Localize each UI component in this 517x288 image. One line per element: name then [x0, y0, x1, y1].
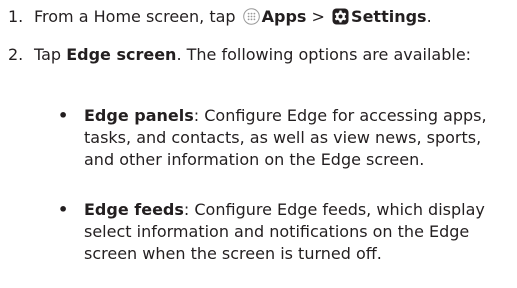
step-suffix: .	[426, 7, 432, 26]
instruction-page: 1. From a Home screen, tap Apps > Settin…	[0, 0, 517, 288]
step-number: 1.	[8, 7, 24, 26]
settings-gear-icon	[332, 8, 349, 25]
step-text: Tap Edge screen. The following options a…	[34, 44, 514, 66]
settings-label: Settings	[351, 7, 427, 26]
bullet-marker: •	[58, 106, 69, 125]
step-prefix: Tap	[34, 45, 62, 64]
apps-grid-icon	[242, 8, 260, 25]
option-text: Edge feeds: Configure Edge feeds, which …	[84, 199, 512, 265]
edge-screen-label: Edge screen	[66, 45, 177, 64]
option-title: Edge panels	[84, 106, 194, 125]
option-text: Edge panels: Configure Edge for accessin…	[84, 105, 512, 171]
step-number: 2.	[8, 45, 24, 64]
step-suffix: . The following options are available:	[176, 45, 472, 64]
path-separator: >	[311, 7, 325, 26]
step-text: From a Home screen, tap Apps > Settings.	[34, 6, 514, 28]
option-title: Edge feeds	[84, 200, 184, 219]
step-prefix: From a Home screen, tap	[34, 7, 236, 26]
apps-label: Apps	[261, 7, 307, 26]
bullet-marker: •	[58, 200, 69, 219]
